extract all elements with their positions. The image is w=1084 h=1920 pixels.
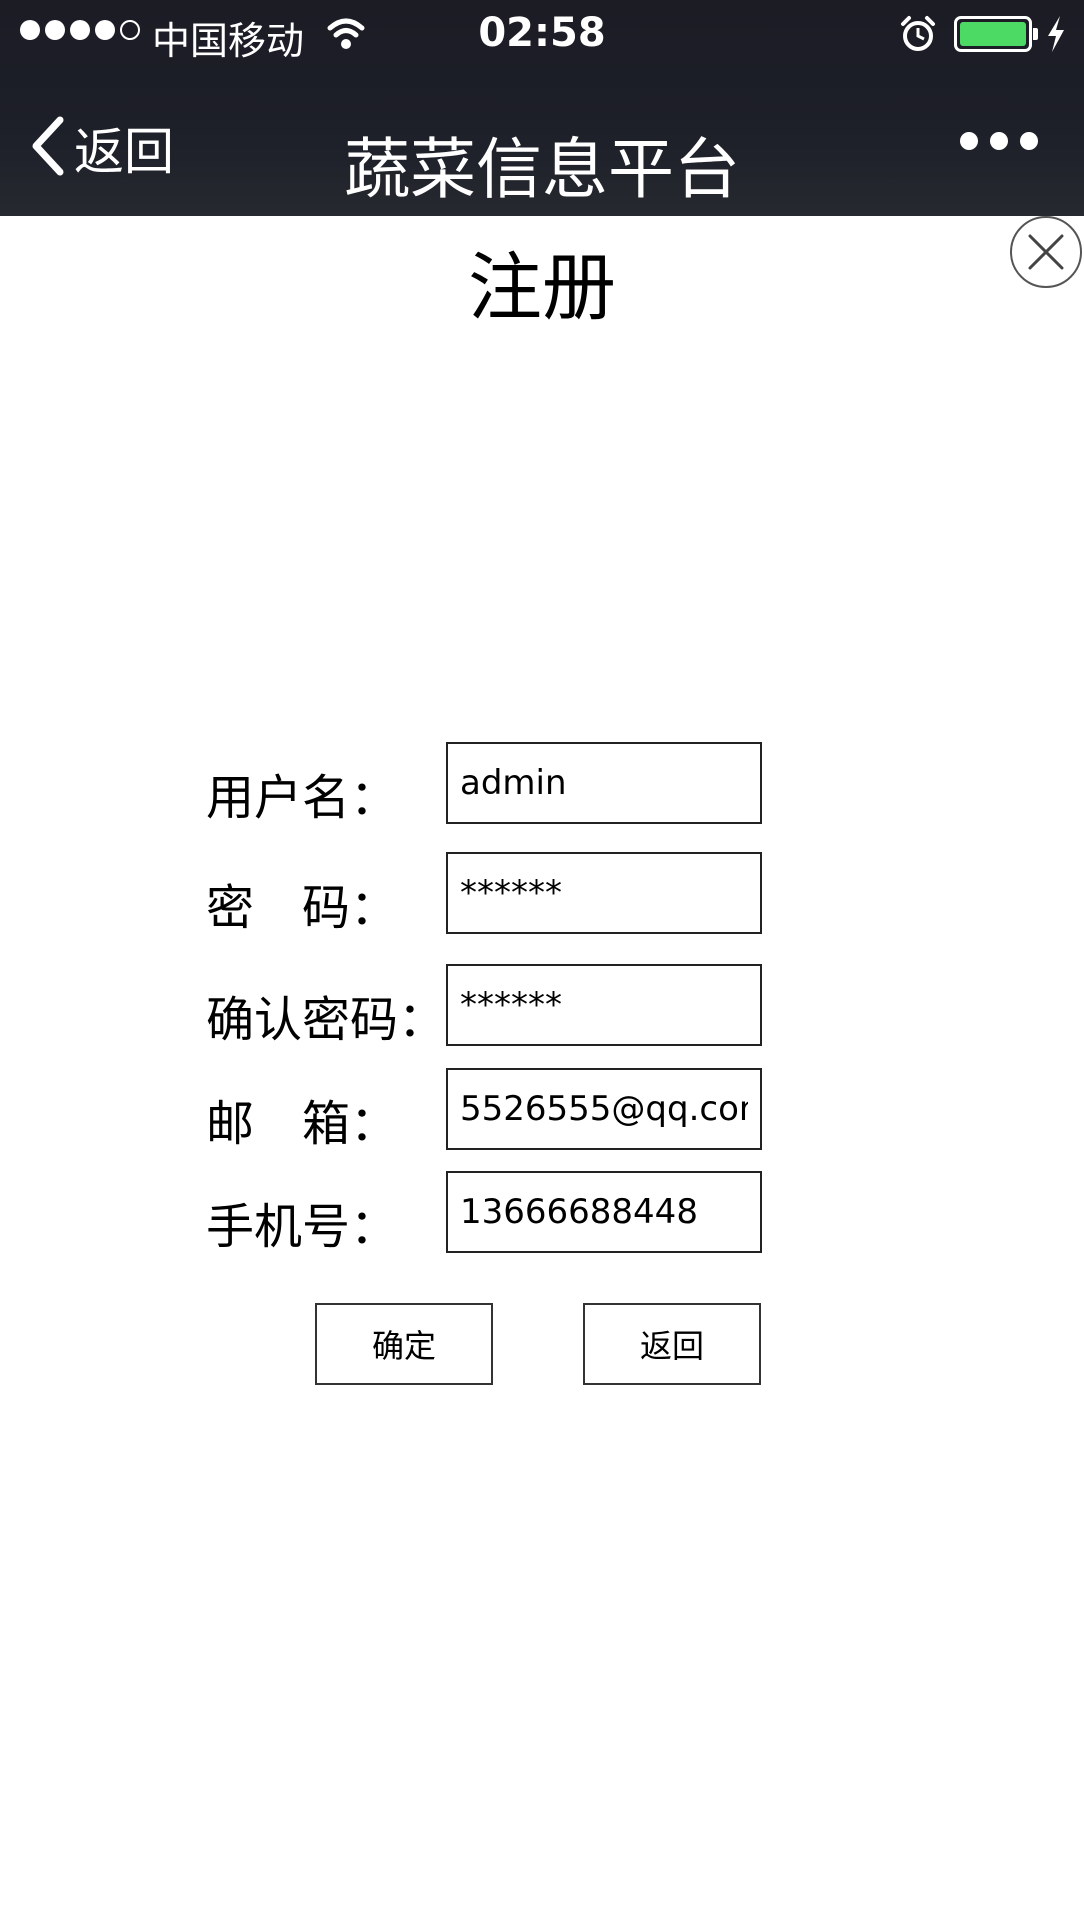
username-input[interactable] [446,742,762,824]
close-icon[interactable] [1010,216,1082,288]
phone-row: 手机号： [206,1171,766,1255]
password-row: 密 码： [206,852,766,936]
more-dots-icon[interactable] [960,132,1038,150]
username-label: 用户名： [206,770,399,826]
back-button[interactable]: 返回 [583,1303,761,1385]
confirm-password-label: 确认密码： [206,992,447,1048]
confirm-password-input[interactable] [446,964,762,1046]
confirm-password-row: 确认密码： [206,964,766,1048]
password-input[interactable] [446,852,762,934]
battery-level [960,22,1026,46]
alarm-icon [898,14,938,58]
email-label: 邮 箱： [206,1096,399,1152]
page-title: 注册 [468,245,616,331]
charging-icon [1044,14,1068,58]
status-bar: 中国移动 02:58 [0,0,1084,70]
phone-label: 手机号： [206,1199,399,1255]
navigation-bar: 返回 蔬菜信息平台 [0,88,1084,216]
battery-tip [1033,28,1038,40]
email-input[interactable] [446,1068,762,1150]
username-row: 用户名： [206,742,766,826]
nav-title: 蔬菜信息平台 [344,131,740,208]
top-bar: 中国移动 02:58 返回 蔬菜信息平台 [0,0,1084,216]
confirm-button[interactable]: 确定 [315,1303,493,1385]
email-row: 邮 箱： [206,1068,766,1152]
password-label: 密 码： [206,880,399,936]
battery-icon [954,16,1032,52]
phone-input[interactable] [446,1171,762,1253]
